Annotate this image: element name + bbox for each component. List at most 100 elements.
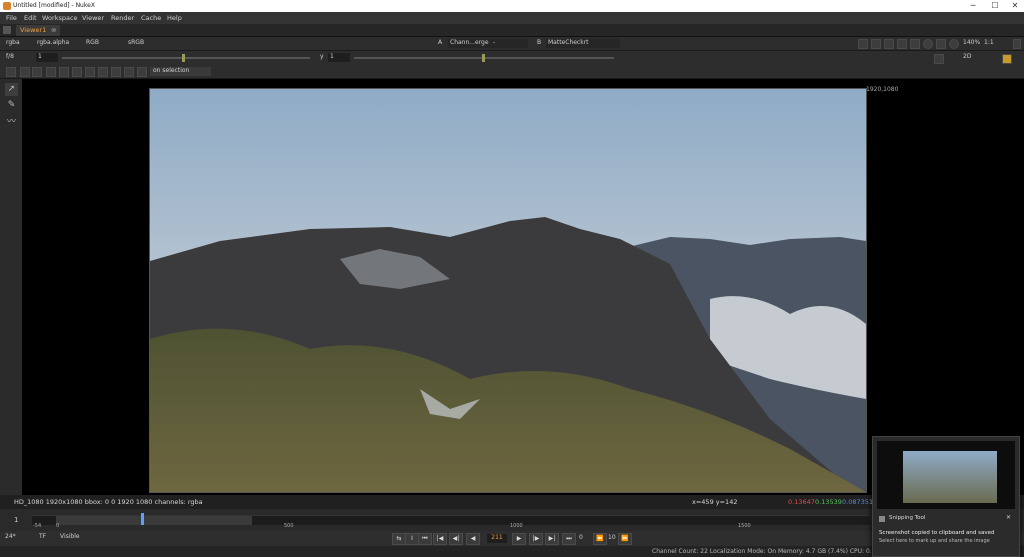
red-value: 0.13647	[788, 498, 815, 506]
notification-message: Screenshot copied to clipboard and saved	[879, 530, 995, 536]
curve-tool-icon[interactable]: 〰	[5, 116, 18, 129]
in-point-icon[interactable]: I	[405, 533, 419, 545]
skip-forward-icon[interactable]: ⏩	[618, 533, 632, 545]
viewer-image[interactable]	[149, 88, 867, 493]
compare-mode-dropdown[interactable]: -	[493, 39, 495, 48]
step-back-icon[interactable]: ◀|	[449, 533, 463, 545]
fps-dropdown[interactable]: 24*	[5, 533, 16, 542]
gain-slider[interactable]	[62, 57, 310, 59]
stop-icon[interactable]	[949, 39, 959, 49]
step-forward-icon[interactable]: |▶	[529, 533, 543, 545]
select-tool-icon[interactable]: ➚	[5, 83, 18, 96]
bounce-icon[interactable]: ⇆	[392, 533, 406, 545]
menu-render[interactable]: Render	[111, 14, 134, 22]
skip-back-icon[interactable]: ⏪	[593, 533, 607, 545]
timeline-tick-label: 1000	[510, 523, 523, 529]
visible-range-dropdown[interactable]: Visible	[60, 533, 80, 542]
align-center-icon[interactable]	[59, 67, 69, 77]
proxy-icon[interactable]	[897, 39, 907, 49]
timeline-playhead[interactable]	[140, 513, 144, 525]
snipping-tool-notification[interactable]: Snipping Tool ✕ Screenshot copied to cli…	[872, 436, 1020, 557]
viewer-toolbar: rgba rgba.alpha RGB sRGB A Chann...erge …	[0, 37, 1024, 51]
mask-overlay-icon[interactable]	[871, 39, 881, 49]
first-frame-icon[interactable]: ⏮	[418, 533, 432, 545]
pixel-ratio-dropdown[interactable]: 1:1	[984, 39, 994, 48]
roi-mode-dropdown[interactable]: on selection	[150, 67, 211, 76]
status-bar: Channel Count: 22 Localization Mode: On …	[0, 546, 1024, 557]
menu-cache[interactable]: Cache	[141, 14, 161, 22]
viewer-tools-sidebar: ➚ ✎ 〰	[0, 79, 23, 495]
align-right-icon[interactable]	[72, 67, 82, 77]
fstop-toggle[interactable]: f/8	[6, 53, 14, 62]
pause-icon[interactable]	[936, 39, 946, 49]
timeline: 1 -54 0 500 1000 1500	[0, 509, 1024, 531]
prev-keyframe-icon[interactable]: |◀	[433, 533, 447, 545]
menu-bar: File Edit Workspace Viewer Render Cache …	[0, 12, 1024, 24]
settings-gear-icon[interactable]	[6, 67, 16, 77]
input-a-dropdown[interactable]: Chann...erge	[448, 39, 528, 48]
tab-viewer1[interactable]: Viewer1 ⊗	[16, 25, 60, 36]
green-value: 0.13539	[815, 498, 842, 506]
crop-icon[interactable]	[32, 67, 42, 77]
colorspace-dropdown[interactable]: sRGB	[128, 39, 144, 48]
window-title-bar: Untitled [modified] - NukeX ─ ☐ ✕	[0, 0, 1024, 12]
distribute-icon[interactable]	[85, 67, 95, 77]
close-button[interactable]: ✕	[1008, 1, 1022, 10]
lut-icon[interactable]	[910, 39, 920, 49]
timeline-tick-label: 1500	[738, 523, 751, 529]
align-left-icon[interactable]	[46, 67, 56, 77]
snap-icon[interactable]	[98, 67, 108, 77]
link-icon[interactable]	[111, 67, 121, 77]
zoom-dropdown[interactable]: 140%	[963, 39, 980, 48]
gamma-slider-handle[interactable]	[482, 54, 485, 62]
play-forward-icon[interactable]: ▶	[512, 533, 526, 545]
view-selection-icon[interactable]	[934, 54, 944, 64]
menu-file[interactable]: File	[6, 14, 17, 22]
gamma-label: y	[320, 53, 324, 60]
roi-icon[interactable]	[884, 39, 894, 49]
current-frame-input[interactable]: 211	[487, 534, 507, 543]
notification-hint: Select here to mark up and share the ima…	[879, 538, 990, 544]
frame-step-value[interactable]: 10	[608, 534, 616, 543]
snipping-tool-app-name: Snipping Tool	[889, 515, 926, 521]
gamma-input[interactable]: 1	[328, 53, 350, 62]
refresh-icon[interactable]	[923, 39, 933, 49]
minimize-button[interactable]: ─	[966, 1, 980, 10]
screenshot-thumbnail[interactable]	[877, 441, 1015, 509]
nuke-app-icon	[3, 2, 11, 10]
maximize-button[interactable]: ☐	[988, 1, 1002, 10]
window-title: Untitled [modified] - NukeX	[13, 2, 95, 9]
tab-viewer1-label: Viewer1	[20, 26, 47, 34]
add-point-tool-icon[interactable]: ✎	[5, 99, 18, 112]
paint-brush-icon[interactable]	[1002, 54, 1012, 64]
menu-viewer[interactable]: Viewer	[82, 14, 104, 22]
play-backward-icon[interactable]: ◀	[466, 533, 480, 545]
channels-dropdown[interactable]: rgba	[6, 39, 20, 48]
safe-area-icon[interactable]	[858, 39, 868, 49]
notification-close-button[interactable]: ✕	[1006, 514, 1011, 521]
lock-icon[interactable]	[124, 67, 134, 77]
display-channels-dropdown[interactable]: RGB	[86, 39, 99, 48]
gain-input[interactable]: 1	[36, 53, 58, 62]
gain-slider-handle[interactable]	[182, 54, 185, 62]
tab-close-icon[interactable]: ⊗	[51, 26, 56, 34]
blue-value: 0.08735	[842, 498, 869, 506]
menu-workspace[interactable]: Workspace	[42, 14, 78, 22]
input-b-label: B	[537, 39, 542, 46]
last-frame-icon[interactable]: ⏭	[562, 533, 576, 545]
format-info: HD_1080 1920x1080 bbox: 0 0 1920 1080 ch…	[14, 498, 203, 506]
panel-menu-icon[interactable]	[3, 26, 11, 34]
timecode-dropdown[interactable]: TF	[39, 533, 46, 542]
visibility-icon[interactable]	[137, 67, 147, 77]
frame-increment[interactable]: 0	[579, 534, 583, 543]
input-b-dropdown[interactable]: MatteCheckrt	[546, 39, 620, 48]
menu-edit[interactable]: Edit	[24, 14, 37, 22]
format-corner-label: 1920,1080	[866, 86, 899, 93]
panel-tab-bar: Viewer1 ⊗	[0, 24, 1024, 37]
view-mode-dropdown[interactable]: 2D	[963, 53, 971, 62]
toolbar-overflow-icon[interactable]	[1013, 39, 1021, 49]
next-keyframe-icon[interactable]: ▶|	[545, 533, 559, 545]
layer-dropdown[interactable]: rgba.alpha	[37, 39, 69, 48]
menu-help[interactable]: Help	[167, 14, 182, 22]
transform-icon[interactable]	[20, 67, 30, 77]
